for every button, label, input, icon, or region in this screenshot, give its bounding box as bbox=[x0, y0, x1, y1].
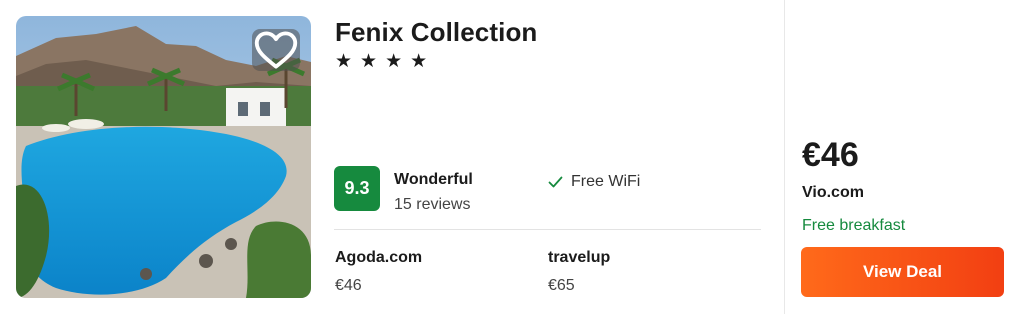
checkmark-icon bbox=[548, 176, 563, 188]
offer-price: €46 bbox=[335, 277, 362, 294]
view-deal-button[interactable]: View Deal bbox=[801, 247, 1004, 297]
star-icon: ★ bbox=[335, 51, 353, 72]
star-rating: ★ ★ ★ ★ bbox=[335, 52, 427, 72]
rating-label: Wonderful bbox=[394, 171, 473, 188]
offer-price: €65 bbox=[548, 277, 575, 294]
other-offer[interactable]: Agoda.com €46 bbox=[335, 249, 422, 295]
best-deal-provider: Vio.com bbox=[802, 184, 864, 201]
star-icon: ★ bbox=[385, 51, 403, 72]
star-icon: ★ bbox=[360, 51, 378, 72]
deal-perk: Free breakfast bbox=[802, 217, 906, 234]
review-score-badge: 9.3 bbox=[334, 166, 380, 211]
amenity-item: Free WiFi bbox=[548, 173, 640, 191]
amenity-label: Free WiFi bbox=[571, 173, 641, 190]
hotel-photo[interactable] bbox=[16, 16, 311, 298]
divider bbox=[334, 229, 761, 230]
hotel-result-card[interactable]: Fenix Collection ★ ★ ★ ★ 9.3 Wonderful 1… bbox=[0, 0, 1024, 314]
favorite-button[interactable] bbox=[252, 29, 300, 71]
heart-outline-icon bbox=[254, 31, 298, 69]
offer-provider: Agoda.com bbox=[335, 249, 423, 266]
hotel-name[interactable]: Fenix Collection bbox=[335, 17, 537, 48]
offer-provider: travelup bbox=[548, 249, 611, 266]
review-count[interactable]: 15 reviews bbox=[394, 196, 470, 214]
best-price: €46 bbox=[802, 136, 859, 174]
column-separator bbox=[784, 0, 785, 314]
other-offer[interactable]: travelup €65 bbox=[548, 249, 610, 295]
star-icon: ★ bbox=[410, 51, 428, 72]
